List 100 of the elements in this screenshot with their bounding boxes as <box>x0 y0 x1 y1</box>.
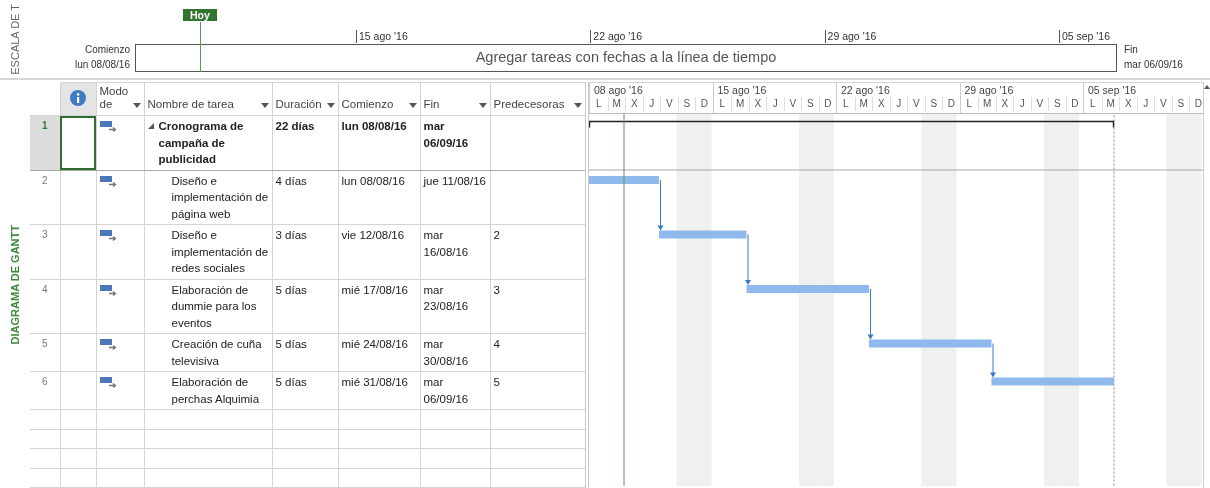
task-name: Creación de cuña televisiva <box>171 337 263 369</box>
task-mode-icon <box>99 121 117 133</box>
day-label: D <box>942 97 960 111</box>
dependency-arrow <box>745 234 751 285</box>
task-mode-icon <box>99 339 117 351</box>
table-cell: mar 06/09/16 <box>423 120 469 149</box>
table-cell: jue 11/08/16 <box>423 174 486 187</box>
table-cell: 5 días <box>275 338 307 350</box>
table-cell: 2 <box>493 229 500 241</box>
week-label: 22 ago '16 <box>840 83 891 97</box>
task-mode-icon <box>99 284 117 296</box>
task-mode-icon <box>99 377 117 389</box>
active-cell[interactable] <box>60 115 96 170</box>
view-label: DIAGRAMA DE GANTT <box>7 225 22 345</box>
day-label: L <box>594 97 603 111</box>
table-cell: 5 días <box>275 283 307 296</box>
row-number[interactable]: 3 <box>30 224 60 279</box>
day-label: L <box>965 97 974 111</box>
day-label: S <box>1171 97 1189 111</box>
dropdown-icon[interactable] <box>260 103 269 108</box>
day-label: J <box>889 97 907 111</box>
finish-date: mar 06/09/16 <box>1124 58 1183 72</box>
column-header[interactable]: Nombre de tarea <box>144 82 272 116</box>
day-label: X <box>995 97 1013 111</box>
day-label: M <box>607 97 625 111</box>
table-cell: mar 06/09/16 <box>423 376 469 405</box>
date-tick: 15 ago '16 <box>356 30 408 43</box>
day-label: J <box>1136 97 1154 111</box>
dropdown-icon[interactable] <box>573 103 582 108</box>
table-cell: 5 días <box>275 376 307 388</box>
column-header[interactable]: Comienzo <box>338 82 420 116</box>
week-label: 05 sep '16 <box>1087 83 1138 97</box>
day-label: S <box>924 97 942 111</box>
column-header[interactable]: Predecesoras <box>490 82 585 116</box>
table-cell: mié 24/08/16 <box>341 338 408 350</box>
start-date: lun 08/08/16 <box>73 58 130 72</box>
info-icon <box>70 90 86 106</box>
timescale-label: ESCALA DE T <box>7 3 22 75</box>
column-header[interactable]: Modo de <box>96 82 144 116</box>
day-label: V <box>660 97 678 111</box>
dependency-arrow <box>990 343 996 378</box>
table-cell: lun 08/08/16 <box>341 174 405 187</box>
day-label: V <box>907 97 925 111</box>
table-cell: lun 08/08/16 <box>341 120 407 132</box>
row-number[interactable]: 5 <box>30 333 60 372</box>
day-label: X <box>872 97 890 111</box>
day-label: J <box>766 97 784 111</box>
day-label: S <box>677 97 695 111</box>
row-number[interactable]: 1 <box>30 115 60 170</box>
dropdown-icon[interactable] <box>478 103 487 108</box>
table-cell: mié 31/08/16 <box>341 376 408 388</box>
today-line <box>200 22 201 72</box>
day-label: J <box>642 97 660 111</box>
date-tick: 05 sep '16 <box>1058 30 1111 43</box>
table-cell: 3 <box>493 283 500 296</box>
table-cell: 22 días <box>275 120 315 132</box>
day-label: M <box>978 97 996 111</box>
task-name: Elaboración de perchas Alquimia <box>171 375 261 407</box>
row-number[interactable]: 2 <box>30 170 60 225</box>
table-cell: mar 30/08/16 <box>423 338 469 367</box>
row-number[interactable]: 4 <box>30 279 60 334</box>
date-tick: 29 ago '16 <box>824 30 877 43</box>
day-label: S <box>801 97 819 111</box>
day-label: L <box>1088 97 1097 111</box>
dropdown-icon[interactable] <box>408 103 417 108</box>
today-marker: Hoy <box>183 9 217 21</box>
table-cell: 4 días <box>275 174 307 187</box>
task-name: Cronograma de campaña de publicidad <box>158 119 245 167</box>
day-label: D <box>818 97 836 111</box>
day-label: M <box>854 97 872 111</box>
task-mode-icon <box>99 175 117 187</box>
day-label: X <box>1119 97 1137 111</box>
finish-label: Fin <box>1124 43 1139 57</box>
task-name: Elaboración de dummie para los eventos <box>171 282 258 331</box>
start-label: Comienzo <box>83 43 130 57</box>
week-label: 29 ago '16 <box>963 83 1015 97</box>
column-header[interactable]: Fin <box>420 82 490 116</box>
timeline-hint: Agregar tareas con fechas a la línea de tiempo <box>475 48 777 68</box>
table-cell: mié 17/08/16 <box>341 283 408 296</box>
dependency-arrow <box>657 179 664 231</box>
table-cell: 4 <box>493 338 500 350</box>
scroll-up-icon[interactable] <box>1204 84 1210 90</box>
week-label: 15 ago '16 <box>716 83 768 97</box>
date-tick: 22 ago '16 <box>590 30 642 43</box>
task-name: Diseño e implementación de página web <box>171 173 269 222</box>
task-mode-icon <box>99 230 117 242</box>
day-label: V <box>783 97 801 111</box>
day-label: D <box>695 97 713 111</box>
day-label: X <box>625 97 643 111</box>
week-label: 08 ago '16 <box>593 83 644 97</box>
column-header[interactable]: Duración <box>272 82 338 116</box>
dropdown-icon[interactable] <box>326 103 335 108</box>
table-cell: vie 12/08/16 <box>341 229 405 241</box>
dependency-arrow <box>867 288 874 340</box>
day-label: D <box>1189 97 1203 111</box>
day-label: L <box>718 97 727 111</box>
collapse-icon[interactable] <box>147 123 155 130</box>
row-number[interactable]: 6 <box>30 371 60 410</box>
summary-bar[interactable] <box>589 120 1115 129</box>
dropdown-icon[interactable] <box>132 103 141 108</box>
